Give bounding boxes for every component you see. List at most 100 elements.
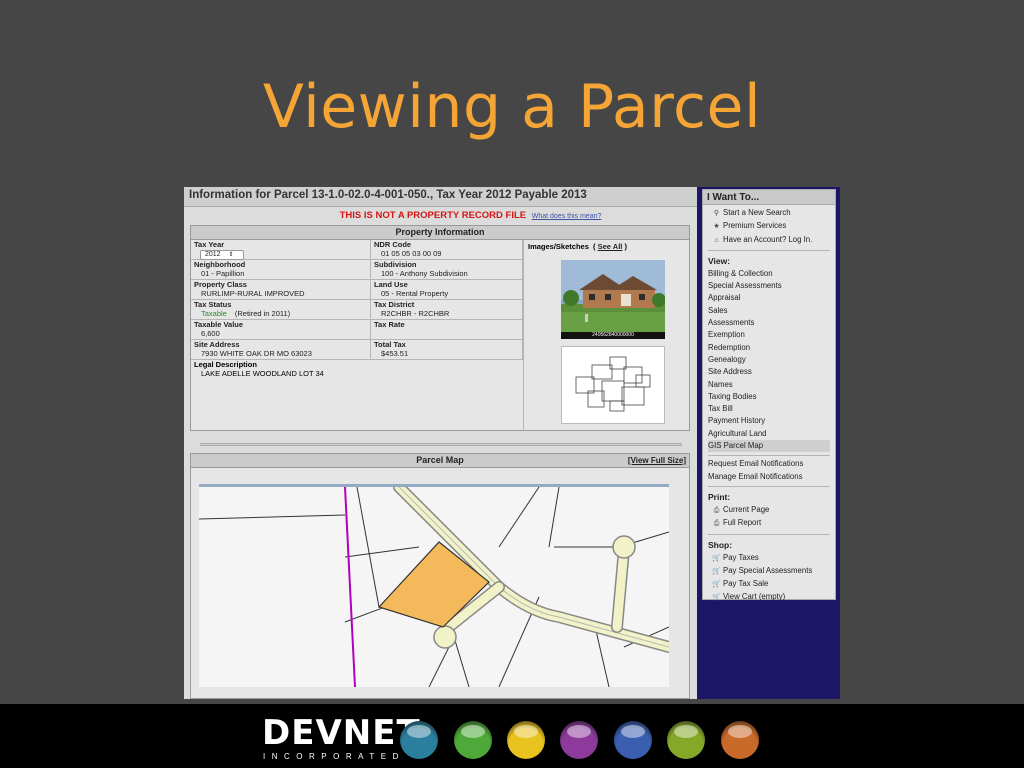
request-email-notifications-link[interactable]: Request Email Notifications [708, 458, 830, 470]
tax-year-select[interactable]: 2012 ⇕ [200, 250, 244, 260]
pay-tax-sale-link[interactable]: 🛒 Pay Tax Sale [708, 578, 830, 591]
tax-district-cell: Tax District R2CHBR - R2CHBR [371, 300, 523, 319]
land-use-value: 05 - Rental Property [381, 289, 449, 298]
log-in-label: Have an Account? Log In. [723, 234, 813, 244]
notice-help-link[interactable]: What does this mean? [532, 213, 602, 220]
see-all-link[interactable]: See All [598, 242, 623, 251]
sidebar-item-taxing-bodies[interactable]: Taxing Bodies [708, 391, 830, 403]
table-row: Tax Year 2012 ⇕ NDR Code 01 05 05 03 00 … [191, 240, 523, 260]
sidebar-item-payment-history[interactable]: Payment History [708, 415, 830, 427]
log-in-link[interactable]: ⌂ Have an Account? Log In. [708, 234, 830, 247]
product-icon-1 [400, 721, 438, 759]
table-row: Tax Status Taxable (Retired in 2011) Tax … [191, 300, 523, 320]
sidebar-divider [708, 455, 830, 457]
pay-taxes-link[interactable]: 🛒 Pay Taxes [708, 552, 830, 565]
subdivision-cell: Subdivision 100 - Anthony Subdivision [371, 260, 523, 279]
parcel-map-title-text: Parcel Map [416, 455, 464, 465]
taxable-value-value: 6,600 [201, 329, 220, 338]
sidebar-item-exemption[interactable]: Exemption [708, 329, 830, 341]
property-class-label: Property Class [194, 280, 247, 289]
legal-description: Legal Description LAKE ADELLE WOODLAND L… [191, 360, 523, 378]
total-tax-cell: Total Tax $453.51 [371, 340, 523, 359]
legal-description-value: LAKE ADELLE WOODLAND LOT 34 [201, 369, 324, 378]
product-icon-7 [721, 721, 759, 759]
house-photo[interactable] [561, 260, 665, 332]
sidebar-item-assessments[interactable]: Assessments [708, 317, 830, 329]
notice-text: THIS IS NOT A PROPERTY RECORD FILE [339, 210, 527, 221]
view-heading: View: [708, 255, 731, 266]
sidebar-item-site-address[interactable]: Site Address [708, 366, 830, 378]
sidebar-divider [708, 249, 830, 251]
devnet-logo: DEVNET [262, 713, 421, 753]
product-icon-6 [667, 721, 705, 759]
table-row: Property Class RURLIMP-RURAL IMPROVED La… [191, 280, 523, 300]
parcel-header: Information for Parcel 13-1.0-02.0-4-001… [184, 187, 697, 207]
print-current-page-label: Current Page [723, 504, 770, 514]
shop-heading: Shop: [708, 539, 733, 550]
premium-services-label: Premium Services [723, 221, 787, 231]
tax-status-note: (Retired in 2011) [234, 309, 291, 318]
cart-icon: 🛒 [712, 581, 721, 589]
printer-icon: ⎙ [713, 520, 720, 528]
floorplan-sketch[interactable] [561, 346, 665, 424]
cart-icon: 🛒 [712, 594, 721, 602]
images-title-text: Images/Sketches [528, 242, 589, 251]
sidebar-item-appraisal[interactable]: Appraisal [708, 292, 830, 304]
parcel-main-panel: Information for Parcel 13-1.0-02.0-4-001… [184, 187, 697, 699]
sidebar-item-agricultural-land[interactable]: Agricultural Land [708, 428, 830, 440]
ndr-code-cell: NDR Code 01 05 05 03 00 09 [371, 240, 523, 259]
print-heading: Print: [708, 491, 731, 502]
chevron-updown-icon: ⇕ [228, 252, 234, 258]
tax-district-value: R2CHBR - R2CHBR [381, 309, 450, 318]
product-icon-5 [614, 721, 652, 759]
property-info-panel: Property Information Tax Year 2012 ⇕ NDR… [190, 225, 690, 431]
sidebar-item-sales[interactable]: Sales [708, 305, 830, 317]
table-row: Taxable Value 6,600 Tax Rate [191, 320, 523, 340]
property-class-value: RURLIMP-RURAL IMPROVED [201, 289, 305, 298]
print-full-report-label: Full Report [723, 518, 762, 528]
pay-taxes-label: Pay Taxes [723, 552, 759, 562]
pay-tax-sale-label: Pay Tax Sale [723, 579, 769, 589]
ndr-code-value: 01 05 05 03 00 09 [381, 249, 442, 258]
tax-year-value: 2012 [205, 251, 221, 258]
section-divider [200, 443, 682, 446]
tax-status-label: Tax Status [194, 300, 232, 309]
pay-special-assessments-link[interactable]: 🛒 Pay Special Assessments [708, 565, 830, 578]
parcel-map[interactable] [198, 481, 675, 688]
land-use-cell: Land Use 05 - Rental Property [371, 280, 523, 299]
sidebar-item-special-assessments[interactable]: Special Assessments [708, 280, 830, 292]
images-title: Images/Sketches ( See All ) [528, 242, 627, 251]
record-notice: THIS IS NOT A PROPERTY RECORD FILE What … [184, 207, 697, 223]
view-full-size-link[interactable]: [View Full Size] [628, 454, 686, 467]
i-want-to-menu: I Want To... ⚲ Start a New Search ★ Premiu… [702, 189, 836, 601]
view-cart-label: View Cart (empty) [723, 592, 786, 602]
images-sketches-column: Images/Sketches ( See All ) 240562840000… [523, 240, 689, 430]
taxable-value-label: Taxable Value [194, 320, 244, 329]
tax-rate-label: Tax Rate [374, 320, 405, 329]
start-new-search-link[interactable]: ⚲ Start a New Search [708, 207, 830, 220]
view-cart-link[interactable]: 🛒 View Cart (empty) [708, 591, 830, 604]
photo-caption: 240562840000000 [561, 332, 665, 339]
neighborhood-value: 01 - Papillion [201, 269, 245, 278]
subdivision-label: Subdivision [374, 260, 417, 269]
magnifier-icon: ⚲ [713, 210, 720, 217]
land-use-label: Land Use [374, 280, 408, 289]
product-icon-3 [507, 721, 545, 759]
print-full-report-link[interactable]: ⎙ Full Report [708, 517, 830, 530]
parcel-map-panel: Parcel Map [View Full Size] [190, 453, 690, 699]
sidebar-item-tax-bill[interactable]: Tax Bill [708, 403, 830, 415]
sidebar-item-gis-parcel-map[interactable]: GIS Parcel Map [708, 440, 830, 453]
premium-services-link[interactable]: ★ Premium Services [708, 220, 830, 233]
sidebar-item-billing[interactable]: Billing & Collection [708, 268, 830, 280]
manage-email-notifications-link[interactable]: Manage Email Notifications [708, 471, 830, 483]
sidebar-item-redemption[interactable]: Redemption [708, 342, 830, 354]
tax-year-label: Tax Year [194, 240, 225, 249]
sidebar-divider [708, 533, 830, 535]
sidebar-item-genealogy[interactable]: Genealogy [708, 354, 830, 366]
sidebar-top-links: ⚲ Start a New Search ★ Premium Services ⌂ H… [703, 205, 835, 605]
parcel-map-canvas [198, 481, 675, 688]
print-current-page-link[interactable]: ⎙ Current Page [708, 504, 830, 517]
product-icon-2 [454, 721, 492, 759]
neighborhood-cell: Neighborhood 01 - Papillion [191, 260, 371, 279]
sidebar-item-names[interactable]: Names [708, 379, 830, 391]
